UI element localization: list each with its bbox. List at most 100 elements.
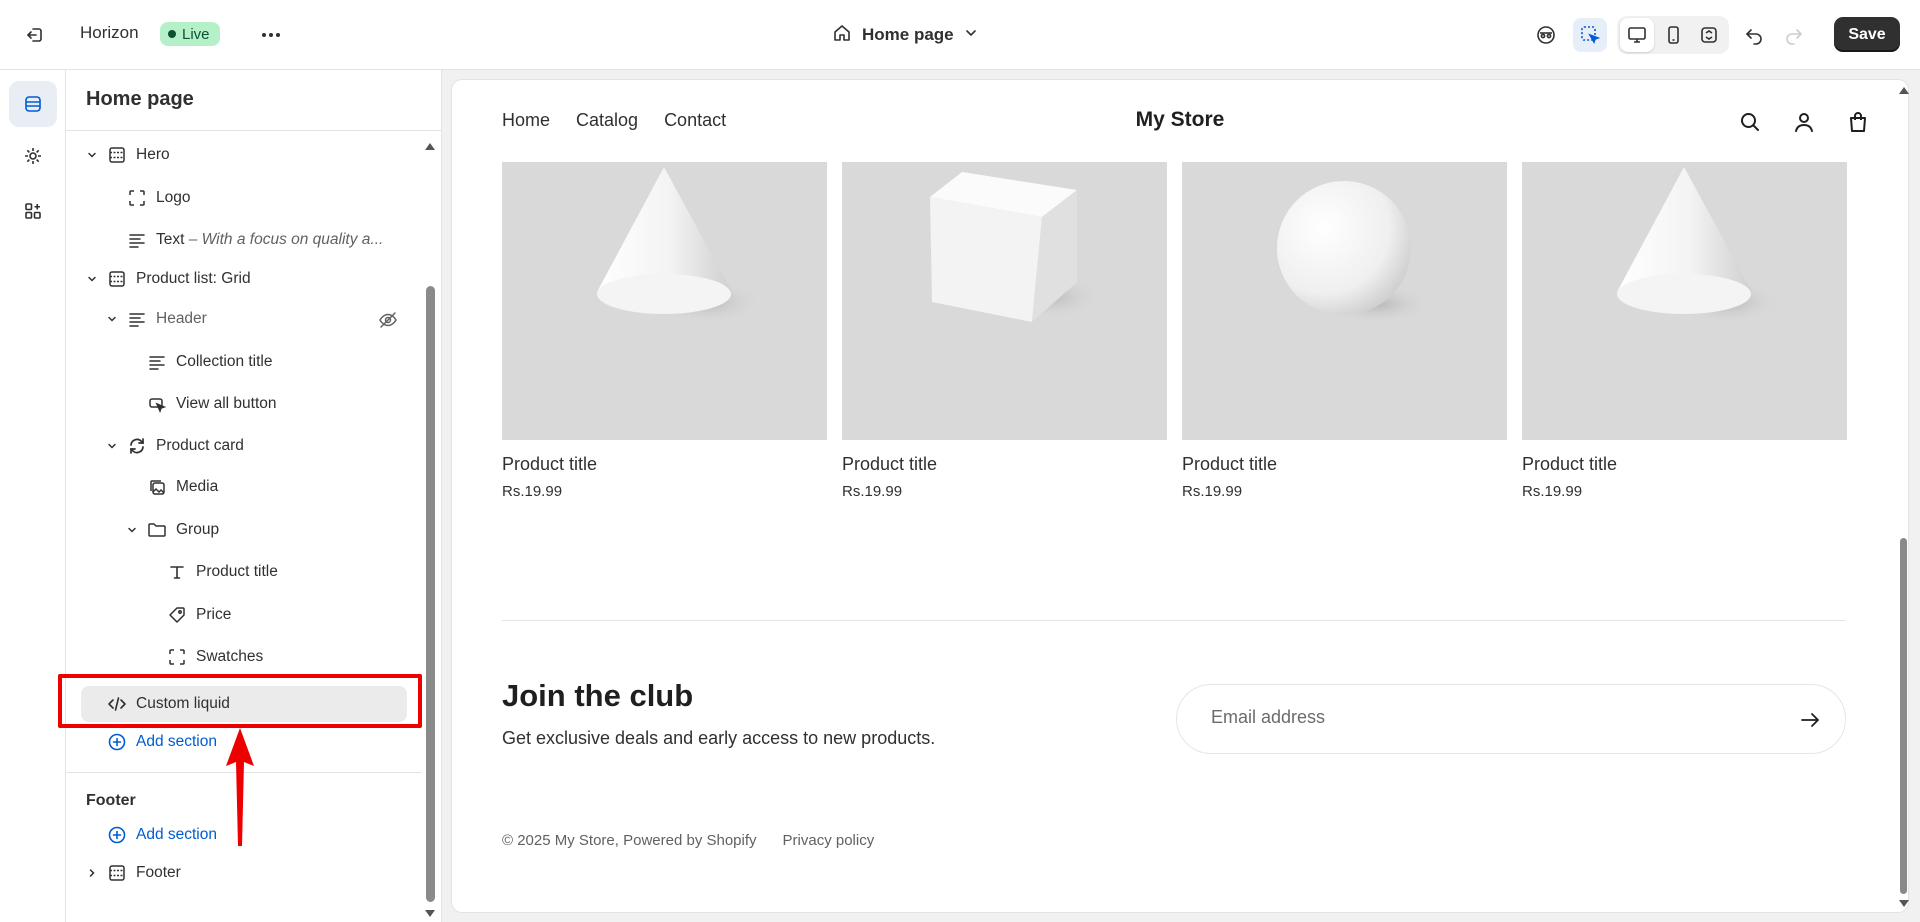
tree-item-label: Media (176, 478, 219, 495)
plus-circle-icon (106, 731, 128, 753)
tree-item-label: Collection title (176, 353, 273, 370)
tree-item-label: Header (156, 310, 207, 327)
tree-item-logo[interactable]: Logo (126, 181, 190, 215)
tree-item-group[interactable]: Group (122, 513, 219, 547)
tree-item-swatches[interactable]: Swatches (166, 640, 263, 674)
chevron-down-icon[interactable] (102, 309, 122, 329)
code-icon (106, 693, 128, 715)
tree-item-label: Logo (156, 189, 191, 206)
save-button[interactable]: Save (1834, 17, 1900, 52)
product-price: Rs.19.99 (502, 483, 563, 500)
tree-item-media[interactable]: Media (146, 470, 218, 504)
product-title[interactable]: Product title (502, 454, 827, 475)
tree-item-header[interactable]: Header (102, 302, 207, 336)
product-price: Rs.19.99 (842, 483, 903, 500)
product-media-sphere[interactable] (1182, 162, 1507, 440)
product-title[interactable]: Product title (842, 454, 1167, 475)
add-section-label: Add section (136, 826, 217, 843)
icon-rail (0, 70, 66, 922)
tree-item-collection-title[interactable]: Collection title (146, 345, 273, 379)
scroll-up-arrow[interactable] (424, 138, 436, 150)
store-name[interactable]: My Store (452, 108, 1908, 132)
plus-circle-icon (106, 824, 128, 846)
account-icon[interactable] (1790, 108, 1818, 136)
store-header-icons (1736, 108, 1872, 136)
apps-icon[interactable] (9, 188, 57, 234)
chevron-down-icon[interactable] (122, 520, 142, 540)
tree-item-label: Product list: Grid (136, 270, 251, 287)
page-picker[interactable]: Home page (832, 20, 978, 50)
tree-item-label: Price (196, 606, 232, 623)
email-input[interactable] (1211, 707, 1751, 728)
top-bar: Horizon Live Home page Save (0, 0, 1920, 70)
sections-sidebar: Home page Hero Logo Text – With a focus … (66, 70, 442, 922)
mobile-view-icon[interactable] (1656, 18, 1690, 52)
product-card[interactable]: Product title Rs.19.99 (1182, 162, 1507, 500)
tree-item-footer[interactable]: Footer (82, 856, 181, 890)
chevron-right-icon[interactable] (82, 863, 102, 883)
more-options-icon[interactable] (256, 20, 286, 50)
product-media-cone[interactable] (1522, 162, 1847, 440)
fullscreen-view-icon[interactable] (1692, 18, 1726, 52)
theme-settings-icon[interactable] (9, 133, 57, 179)
tree-item-label: Product card (156, 437, 244, 454)
product-media-cube[interactable] (842, 162, 1167, 440)
section-icon (106, 144, 128, 166)
cart-icon[interactable] (1844, 108, 1872, 136)
preview-scroll-down-arrow[interactable] (1898, 896, 1910, 907)
product-media-cone[interactable] (502, 162, 827, 440)
tree-item-label: Footer (136, 864, 181, 881)
newsletter-subtext: Get exclusive deals and early access to … (502, 728, 936, 748)
tree-item-price[interactable]: Price (166, 598, 231, 632)
footer-add-section-button[interactable]: Add section (106, 818, 217, 852)
home-icon (832, 23, 852, 48)
footer-copyright[interactable]: © 2025 My Store, Powered by Shopify (502, 832, 757, 849)
chevron-down-icon[interactable] (102, 436, 122, 456)
arrow-right-icon[interactable] (1797, 707, 1823, 733)
preview-scroll-up-arrow[interactable] (1898, 82, 1910, 94)
tree-item-custom-liquid[interactable]: Custom liquid (106, 687, 230, 721)
tree-item-label: Hero (136, 146, 170, 163)
block-placeholder-icon (126, 187, 148, 209)
chevron-down-icon[interactable] (82, 269, 102, 289)
redo-icon[interactable] (1777, 18, 1811, 52)
product-price: Rs.19.99 (1182, 483, 1243, 500)
section-icon (106, 862, 128, 884)
product-card[interactable]: Product title Rs.19.99 (842, 162, 1167, 500)
product-title[interactable]: Product title (1522, 454, 1847, 475)
footer-privacy-link[interactable]: Privacy policy (783, 832, 875, 849)
folder-icon (146, 519, 168, 541)
product-card[interactable]: Product title Rs.19.99 (502, 162, 827, 500)
tree-item-product-card[interactable]: Product card (102, 429, 244, 463)
tree-item-product-title[interactable]: Product title (166, 555, 278, 589)
eye-hidden-icon[interactable] (376, 308, 400, 332)
product-card[interactable]: Product title Rs.19.99 (1522, 162, 1847, 500)
live-dot-icon (168, 30, 176, 38)
chevron-down-icon[interactable] (82, 145, 102, 165)
sidebar-title: Home page (86, 88, 194, 110)
accessibility-icon[interactable] (1529, 18, 1563, 52)
desktop-view-icon[interactable] (1620, 18, 1654, 52)
tree-item-text[interactable]: Text – With a focus on quality a... (126, 223, 383, 257)
tree-item-product-list[interactable]: Product list: Grid (82, 262, 251, 296)
sections-icon[interactable] (9, 81, 57, 127)
scroll-down-arrow[interactable] (424, 906, 436, 917)
footer-group-heading: Footer (86, 792, 136, 809)
tree-item-label: Swatches (196, 648, 264, 665)
divider (502, 620, 1846, 621)
tree-item-hero[interactable]: Hero (82, 138, 170, 172)
store-footer: © 2025 My Store, Powered by Shopify Priv… (502, 832, 874, 849)
divider (66, 130, 442, 131)
text-block-icon (126, 308, 148, 330)
search-icon[interactable] (1736, 108, 1764, 136)
exit-icon[interactable] (22, 22, 48, 48)
tree-item-label: View all button (176, 395, 277, 412)
undo-icon[interactable] (1737, 18, 1771, 52)
product-title[interactable]: Product title (1182, 454, 1507, 475)
tree-item-view-all-button[interactable]: View all button (146, 387, 277, 421)
preview-scrollbar-thumb[interactable] (1900, 538, 1907, 894)
sidebar-scrollbar-thumb[interactable] (426, 286, 435, 902)
inspector-select-icon[interactable] (1573, 18, 1607, 52)
newsletter-heading: Join the club (502, 678, 694, 713)
add-section-button[interactable]: Add section (106, 725, 217, 759)
